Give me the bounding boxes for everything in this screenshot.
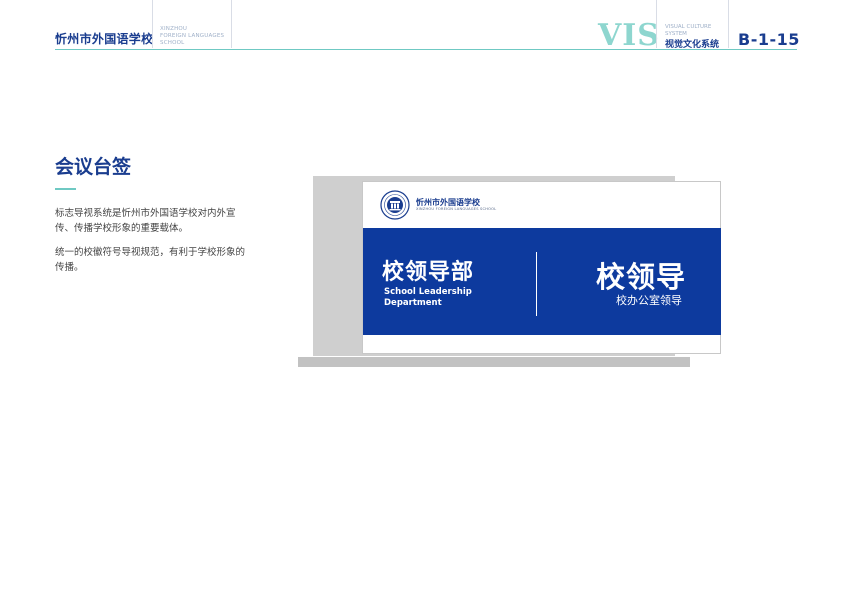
dept-en-line-2: Department [384, 298, 442, 308]
school-emblem-icon [380, 190, 410, 220]
vis-logo-text: VIS [598, 18, 660, 53]
school-en-line-3: SCHOOL [160, 40, 185, 46]
header-divider [728, 0, 729, 48]
section-title: 会议台签 [55, 156, 132, 178]
header-divider [231, 0, 232, 48]
sign-school-en: XINZHOU FOREIGN LANGUAGES SCHOOL [416, 207, 497, 211]
vc-en-line-1: VISUAL CULTURE [665, 24, 712, 30]
attendee-subtitle-cn: 校办公室领导 [616, 294, 682, 307]
header-school-name: 忻州市外国语学校 [55, 32, 154, 46]
attendee-title-cn: 校领导 [596, 260, 687, 294]
header-rule [55, 49, 797, 50]
school-en-line-2: FOREIGN LANGUAGES [160, 33, 225, 39]
page-number: B-1-15 [738, 30, 800, 49]
header-divider [656, 0, 657, 48]
school-en-line-1: XINZHOU [160, 26, 188, 32]
band-divider [536, 252, 537, 316]
header-school-en: XINZHOU FOREIGN LANGUAGES SCHOOL [160, 26, 224, 47]
description-paragraph-2: 统一的校徽符号导视规范，有利于学校形象的传播。 [55, 247, 246, 273]
header-divider [152, 0, 153, 48]
visual-culture-en: VISUAL CULTURE SYSTEM [665, 24, 711, 38]
description-paragraph-1: 标志导视系统是忻州市外国语学校对内外宣传、传播学校形象的重要载体。 [55, 208, 236, 234]
department-name-en: School Leadership Department [384, 287, 472, 309]
section-title-underline [55, 188, 76, 190]
department-name-cn: 校领导部 [382, 260, 475, 285]
sign-base [298, 357, 690, 367]
dept-en-line-1: School Leadership [384, 287, 472, 297]
